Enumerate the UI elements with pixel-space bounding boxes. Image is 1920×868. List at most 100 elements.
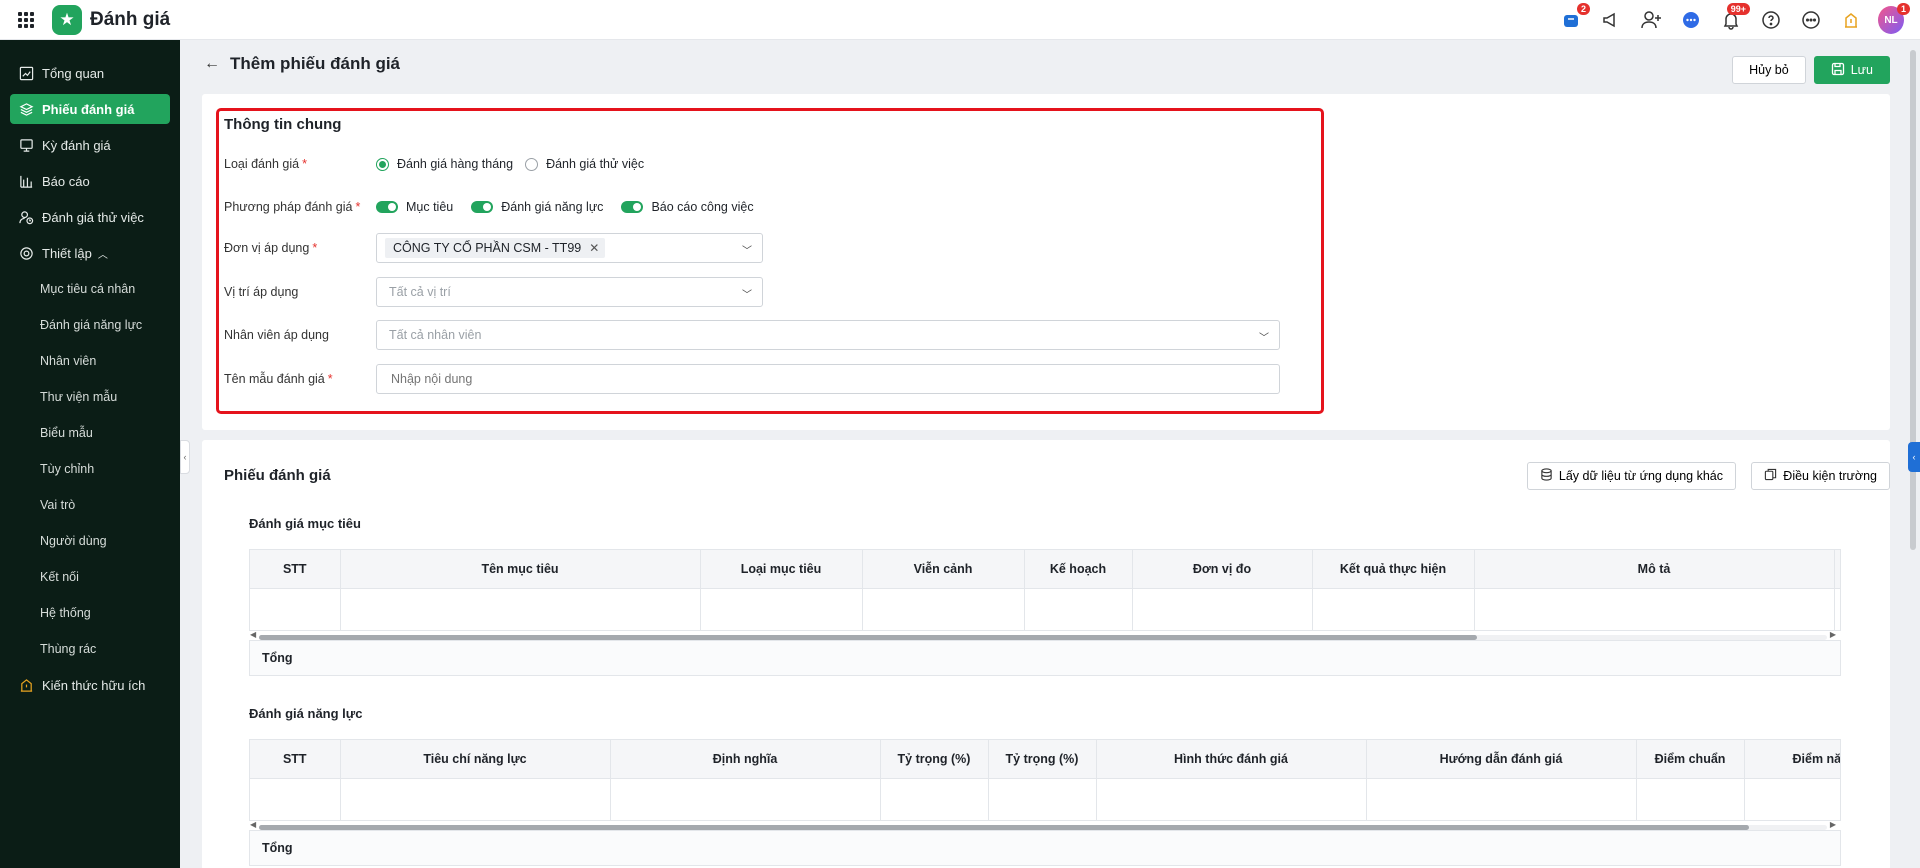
- sidebar-subitem[interactable]: Thư viện mẫu: [10, 382, 170, 412]
- sidebar-subitem[interactable]: Đánh giá năng lực: [10, 310, 170, 340]
- save-icon: [1831, 62, 1845, 79]
- sidebar-subitem[interactable]: Tùy chỉnh: [10, 454, 170, 484]
- cancel-button[interactable]: Hủy bỏ: [1732, 56, 1806, 84]
- sidebar-item-label: Thiết lập: [42, 245, 92, 261]
- employee-label: Nhân viên áp dụng: [224, 328, 329, 342]
- sidebar-item-review-periods[interactable]: Kỳ đánh giá: [10, 130, 170, 160]
- field-conditions-button[interactable]: Điều kiện trường: [1751, 462, 1890, 490]
- app-title: Đánh giá: [90, 8, 171, 30]
- unit-tag: CÔNG TY CỔ PHẦN CSM - TT99 ✕: [385, 238, 606, 258]
- top-bar: ★ Đánh giá 2 99+ NL 1: [0, 0, 1920, 40]
- general-info-title: Thông tin chung: [224, 116, 342, 133]
- column-header: Kế hoạch: [1024, 550, 1133, 589]
- sidebar-item-review-forms[interactable]: Phiếu đánh giá: [10, 94, 170, 124]
- sidebar-subitem[interactable]: Nhân viên: [10, 346, 170, 376]
- avatar-badge: 1: [1896, 3, 1910, 15]
- sidebar-item-label: Báo cáo: [42, 173, 90, 189]
- toggle-competency[interactable]: Đánh giá năng lực: [471, 200, 603, 214]
- goals-table-header: STT Tên mục tiêu Loại mục tiêu Viễn cảnh…: [250, 550, 1840, 589]
- sidebar-collapse-handle[interactable]: ‹: [180, 440, 190, 474]
- megaphone-icon[interactable]: [1598, 7, 1624, 33]
- toggle-goals[interactable]: Mục tiêu: [376, 200, 453, 214]
- scroll-right-icon[interactable]: ▶: [1830, 820, 1836, 829]
- conditions-button-wrap: Điều kiện trường: [1751, 462, 1890, 490]
- import-data-button[interactable]: Lấy dữ liệu từ ứng dụng khác: [1526, 462, 1736, 490]
- chevron-left-icon: ‹: [1912, 452, 1916, 462]
- employee-select[interactable]: Tất cả nhân viên ﹀: [376, 320, 1280, 350]
- sidebar-item-probation-review[interactable]: Đánh giá thử việc: [10, 202, 170, 232]
- chevron-down-icon: ﹀: [742, 246, 752, 257]
- review-method-row: Phương pháp đánh giá * Mục tiêu Đánh giá …: [224, 195, 766, 219]
- save-label: Lưu: [1850, 63, 1873, 77]
- scroll-left-icon[interactable]: ◀: [250, 820, 256, 829]
- add-user-icon[interactable]: [1638, 7, 1664, 33]
- review-form-title: Phiếu đánh giá: [224, 467, 331, 484]
- bell-badge: 99+: [1726, 3, 1750, 15]
- sidebar-item-label: Tổng quan: [42, 65, 105, 81]
- review-type-row: Loại đánh giá * Đánh giá hàng tháng Đánh …: [224, 152, 656, 176]
- position-select[interactable]: Tất cả vị trí ﹀: [376, 277, 763, 307]
- calendar-icon: [18, 137, 34, 153]
- sidebar-subitem[interactable]: Mục tiêu cá nhân: [10, 274, 170, 304]
- scroll-left-icon[interactable]: ◀: [250, 630, 256, 639]
- chevron-down-icon: ﹀: [742, 290, 752, 301]
- competency-table: STT Tiêu chí năng lực Định nghĩa Tỷ trọn…: [249, 739, 1841, 821]
- apps-grid-icon[interactable]: [6, 0, 46, 40]
- table-row: [250, 778, 1840, 820]
- sidebar-subitem[interactable]: Người dùng: [10, 526, 170, 556]
- position-row: Vị trí áp dụng Tất cả vị trí ﹀: [224, 277, 763, 307]
- help-icon[interactable]: [1758, 7, 1784, 33]
- template-name-input[interactable]: [376, 364, 1280, 394]
- save-button[interactable]: Lưu: [1813, 56, 1890, 84]
- remove-tag-icon[interactable]: ✕: [589, 241, 599, 255]
- bar-chart-icon: [18, 173, 34, 189]
- column-header: STT: [250, 740, 341, 779]
- radio-checked-icon: [376, 157, 389, 171]
- lightbulb-icon[interactable]: [1838, 7, 1864, 33]
- radio-monthly[interactable]: Đánh giá hàng tháng: [376, 157, 513, 171]
- goals-section-title: Đánh giá mục tiêu: [249, 516, 361, 531]
- template-name-label: Tên mẫu đánh giá *: [224, 372, 333, 386]
- scroll-right-icon[interactable]: ▶: [1830, 630, 1836, 639]
- more-icon[interactable]: [1798, 7, 1824, 33]
- column-header: Tỷ trọng (%): [988, 740, 1097, 779]
- sidebar-item-label: Kỳ đánh giá: [42, 137, 111, 153]
- sidebar-subitem[interactable]: Vai trò: [10, 490, 170, 520]
- sidebar-item-settings[interactable]: Thiết lập ︿: [10, 238, 170, 268]
- app-logo-icon: ★: [52, 4, 82, 35]
- column-header: STT: [250, 550, 341, 589]
- radio-probation[interactable]: Đánh giá thử việc: [525, 157, 644, 171]
- sidebar-item-overview[interactable]: Tổng quan: [10, 58, 170, 88]
- sidebar-item-knowledge[interactable]: Kiến thức hữu ích: [10, 670, 170, 700]
- toggle-work-report[interactable]: Báo cáo công việc: [621, 200, 754, 214]
- page-vertical-scrollbar[interactable]: [1910, 50, 1916, 550]
- page-title: Thêm phiếu đánh giá: [230, 54, 401, 73]
- column-header: Định nghĩa: [610, 740, 881, 779]
- sidebar-item-reports[interactable]: Báo cáo: [10, 166, 170, 196]
- sidebar-subitem[interactable]: Kết nối: [10, 562, 170, 592]
- chat-icon[interactable]: [1678, 7, 1704, 33]
- unit-label: Đơn vị áp dụng *: [224, 241, 318, 255]
- position-label: Vị trí áp dụng: [224, 285, 299, 299]
- sidebar-subitem[interactable]: Thùng rác: [10, 634, 170, 664]
- page-header: ← Thêm phiếu đánh giá: [204, 54, 400, 74]
- review-type-label: Loại đánh giá *: [224, 157, 307, 171]
- radio-unchecked-icon: [525, 157, 539, 171]
- sidebar-item-label: Kiến thức hữu ích: [42, 677, 146, 693]
- sidebar-subitem[interactable]: Biểu mẫu: [10, 418, 170, 448]
- back-arrow-icon[interactable]: ←: [204, 55, 220, 73]
- unit-select[interactable]: CÔNG TY CỔ PHẦN CSM - TT99 ✕ ﹀: [376, 233, 763, 263]
- column-header: Tỷ trọng (%): [880, 740, 989, 779]
- cart-icon[interactable]: 2: [1558, 3, 1590, 33]
- gear-icon: [18, 245, 34, 261]
- review-method-label: Phương pháp đánh giá *: [224, 200, 361, 214]
- competency-table-header: STT Tiêu chí năng lực Định nghĩa Tỷ trọn…: [250, 740, 1840, 779]
- user-avatar[interactable]: NL 1: [1878, 3, 1910, 34]
- right-panel-toggle[interactable]: ‹: [1908, 442, 1920, 472]
- chevron-left-icon: ‹: [183, 452, 187, 462]
- sidebar-subitem[interactable]: Hệ thống: [10, 598, 170, 628]
- toggle-on-icon: [621, 201, 644, 213]
- chart-icon: [18, 65, 34, 81]
- bell-icon[interactable]: 99+: [1718, 3, 1750, 33]
- table-row: [250, 588, 1840, 630]
